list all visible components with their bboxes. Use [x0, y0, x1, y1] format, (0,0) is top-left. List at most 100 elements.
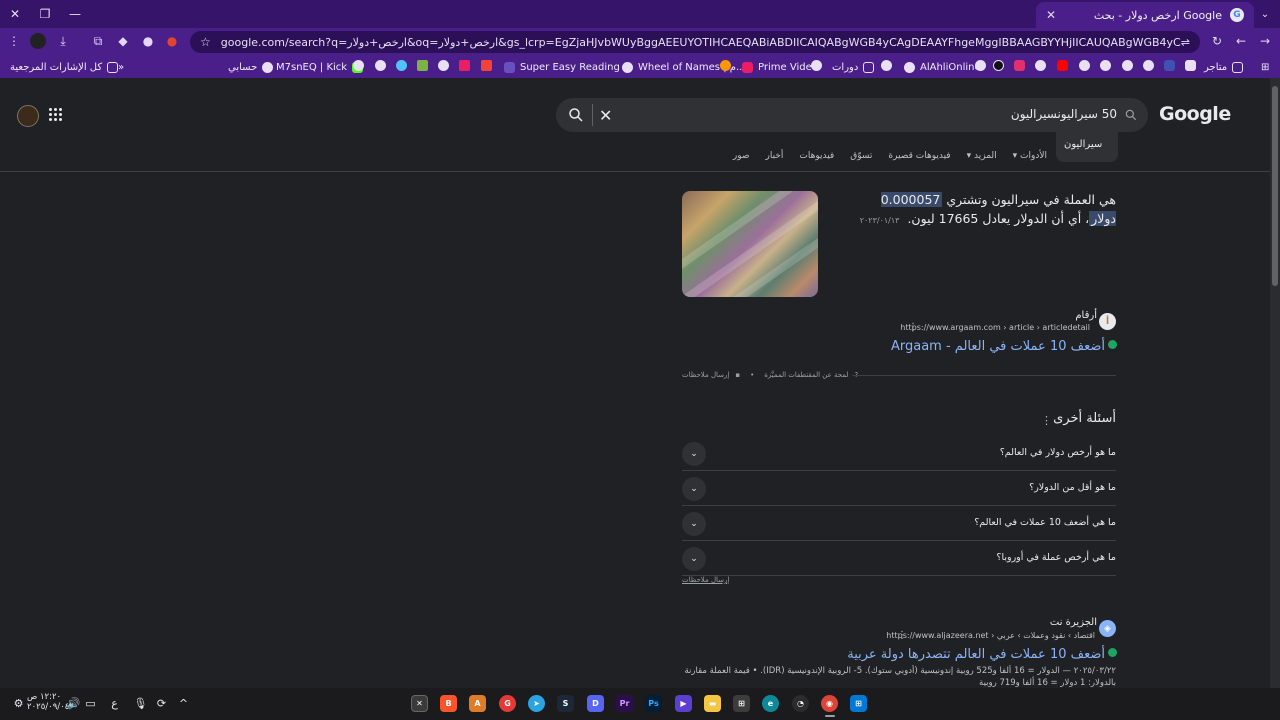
bookmark-globe-icon[interactable] [438, 60, 449, 71]
menu-icon[interactable]: ⋮ [6, 33, 22, 49]
tab-tools[interactable]: الأدوات ▾ [1013, 151, 1047, 161]
bookmark-easy-reading[interactable]: Super Easy Reading [504, 59, 620, 75]
tab-more[interactable]: المزيد ▾ [967, 151, 997, 161]
steam-icon[interactable]: S [557, 695, 574, 712]
chevron-up-icon[interactable]: ^ [177, 697, 190, 710]
bookmark-globe-icon[interactable] [811, 60, 822, 71]
bookmark-globe-icon[interactable] [353, 60, 364, 71]
bookmark-icon[interactable] [1164, 60, 1175, 71]
bookmark-kick[interactable]: M7snEQ | Kick [276, 59, 364, 75]
more-options-icon[interactable]: ⋮ [908, 322, 918, 333]
close-window-icon[interactable]: ✕ [0, 0, 30, 28]
about-snippets-link[interactable]: لمحة عن المقتطفات المميَّزة [764, 371, 848, 379]
microphone-icon[interactable]: 🎙 [134, 697, 148, 710]
chevron-down-icon[interactable]: ⌄ [682, 442, 706, 466]
extension-icon[interactable]: ● [164, 33, 180, 49]
restore-window-icon[interactable]: ❐ [30, 0, 60, 28]
result-title-link[interactable]: أضعف 10 عملات في العالم تتصدرها دولة عرب… [847, 647, 1117, 662]
google-logo[interactable]: Google [1159, 103, 1231, 125]
chevron-down-icon[interactable]: ⌄ [682, 547, 706, 571]
discord-icon[interactable] [1185, 60, 1196, 71]
reload-icon[interactable]: ↻ [1209, 33, 1225, 49]
search-input[interactable]: 50 سيراليونسيراليون [1011, 107, 1117, 121]
telegram-icon[interactable]: ➤ [528, 695, 545, 712]
paa-question[interactable]: ما هو أقل من الدولار؟ ⌄ [682, 471, 1116, 506]
keyboard-language[interactable]: ع [108, 697, 121, 710]
bookmark-icon[interactable] [481, 60, 492, 71]
bookmark-all[interactable]: كل الإشارات المرجعية [10, 59, 119, 75]
bookmark-globe-icon[interactable] [881, 60, 892, 71]
search-icon[interactable] [567, 106, 585, 124]
bookmark-icon[interactable] [459, 60, 470, 71]
brave-icon[interactable]: B [440, 695, 457, 712]
currency-image[interactable] [682, 191, 818, 297]
source-name[interactable]: الجزيرة نت [1050, 617, 1097, 628]
result-title-link[interactable]: أضعف 10 عملات في العالم - Argaam [891, 339, 1117, 354]
tab-videos[interactable]: فيديوهات [799, 151, 834, 161]
clock[interactable]: ١٢:٢٠ ص ٢٠٢٥/٠٩/٠٤ [27, 692, 69, 712]
bookmark-globe-icon[interactable] [1100, 60, 1111, 71]
address-bar[interactable]: ☆ google.com/search?q=ارخص+دولار&oq=ارخص… [190, 31, 1200, 53]
discord-icon[interactable]: D [587, 695, 604, 712]
profile-avatar-icon[interactable] [30, 33, 46, 49]
download-icon[interactable]: ⤓ [55, 33, 71, 49]
bookmark-star-icon[interactable]: ☆ [200, 35, 211, 49]
extensions-icon[interactable]: ⧉ [90, 33, 106, 49]
app-icon[interactable]: A [469, 695, 486, 712]
network-icon[interactable]: ▭ [84, 697, 97, 710]
chrome-icon[interactable]: ◉ [821, 695, 838, 712]
source-url[interactable]: https://www.aljazeera.net › اقتصاد › نقو… [886, 631, 1095, 640]
premiere-icon[interactable]: Pr [616, 695, 633, 712]
argaam-logo-icon[interactable]: أ [1099, 313, 1116, 330]
site-settings-icon[interactable]: ⇌ [1181, 36, 1190, 49]
tab-news[interactable]: أخبار [765, 151, 783, 161]
autocomplete-suggestion[interactable]: سيراليون [1056, 132, 1118, 162]
tiktok-icon[interactable] [993, 60, 1004, 71]
tab-search-icon[interactable]: ⌄ [1250, 0, 1280, 28]
bookmark-alahli[interactable]: AlAhliOnline [904, 59, 981, 75]
tab-short-videos[interactable]: فيديوهات قصيرة [888, 151, 950, 161]
youtube-icon[interactable] [1057, 60, 1068, 71]
bookmark-account[interactable]: حسابي [228, 59, 274, 75]
tab-shopping[interactable]: تسوّق [850, 151, 872, 161]
more-options-icon[interactable]: ⋮ [897, 630, 907, 641]
app-icon[interactable]: ✕ [411, 695, 428, 712]
app-icon[interactable]: ◔ [792, 695, 809, 712]
source-url[interactable]: https://www.argaam.com › article › artic… [900, 323, 1090, 332]
bookmark-globe-icon[interactable] [1143, 60, 1154, 71]
weather-icon[interactable]: ⚙ [12, 697, 25, 710]
bookmark-globe-icon[interactable] [1122, 60, 1133, 71]
more-options-icon[interactable]: ⋮ [1041, 414, 1052, 427]
extension-icon[interactable]: ● [140, 33, 156, 49]
minimize-window-icon[interactable]: — [60, 0, 90, 28]
scrollbar-thumb[interactable] [1272, 86, 1278, 286]
store-icon[interactable]: ⊞ [733, 695, 750, 712]
app-icon[interactable]: G [499, 695, 516, 712]
chevron-down-icon[interactable]: ⌄ [682, 477, 706, 501]
active-tab[interactable]: G ارخص دولار - بحث Google ✕ [1036, 2, 1254, 28]
tab-images[interactable]: صور [733, 151, 750, 161]
source-name[interactable]: أرقام [1075, 310, 1097, 321]
more-bookmarks-icon[interactable]: » [118, 59, 124, 75]
app-icon[interactable]: ▶ [675, 695, 692, 712]
bookmark-icon[interactable] [720, 60, 731, 71]
bookmark-courses[interactable]: دورات [832, 59, 875, 75]
paa-question[interactable]: ما هو أرخص دولار في العالم؟ ⌄ [682, 436, 1116, 471]
bookmark-icon[interactable] [396, 60, 407, 71]
extension-icon[interactable]: ◆ [115, 33, 131, 49]
send-feedback-link[interactable]: إرسال ملاحظات [682, 576, 729, 584]
aljazeera-logo-icon[interactable]: ◈ [1099, 620, 1116, 637]
paa-question[interactable]: ما هي أرخص عملة في أوروبا؟ ⌄ [682, 541, 1116, 576]
photoshop-icon[interactable]: Ps [645, 695, 662, 712]
back-icon[interactable]: ← [1233, 33, 1249, 49]
paa-question[interactable]: ما هي أضعف 10 عملات في العالم؟ ⌄ [682, 506, 1116, 541]
send-feedback-link[interactable]: إرسال ملاحظات [682, 371, 729, 379]
instagram-icon[interactable] [1014, 60, 1025, 71]
google-apps-icon[interactable] [49, 108, 63, 122]
bookmark-globe-icon[interactable] [1079, 60, 1090, 71]
chevron-down-icon[interactable]: ⌄ [682, 512, 706, 536]
start-icon[interactable]: ⊞ [850, 695, 867, 712]
bookmark-globe-icon[interactable] [975, 60, 986, 71]
apps-bookmark-icon[interactable]: ⊞ [1261, 59, 1269, 75]
bookmark-globe-icon[interactable] [375, 60, 386, 71]
